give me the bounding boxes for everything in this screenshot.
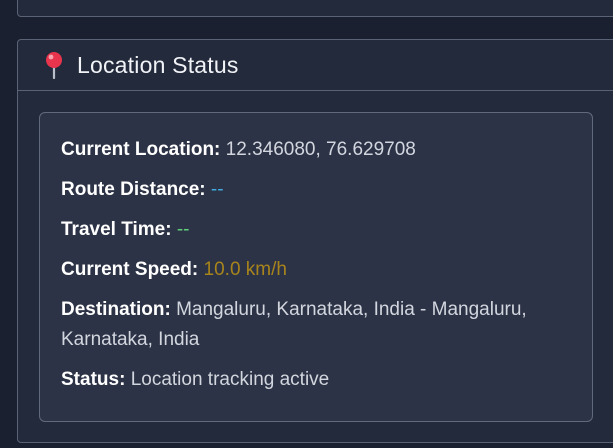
destination-label: Destination: <box>61 299 171 320</box>
status-row: Status: Location tracking active <box>61 365 572 395</box>
previous-card <box>17 0 613 17</box>
current-speed-label: Current Speed: <box>61 259 199 280</box>
current-speed-row: Current Speed: 10.0 km/h <box>61 255 572 285</box>
status-label: Status: <box>61 369 126 390</box>
map-pin-icon <box>43 51 65 80</box>
route-distance-label: Route Distance: <box>61 179 206 200</box>
panel-title: Location Status <box>77 52 239 78</box>
current-location-label: Current Location: <box>61 139 221 160</box>
current-location-value: 12.346080, 76.629708 <box>225 139 416 160</box>
location-info-box: Current Location: 12.346080, 76.629708 R… <box>39 112 593 422</box>
route-distance-value: -- <box>210 179 224 200</box>
destination-row: Destination: Mangaluru, Karnataka, India… <box>61 295 572 355</box>
travel-time-row: Travel Time: -- <box>61 215 572 245</box>
current-speed-value: 10.0 km/h <box>203 259 287 280</box>
travel-time-value: -- <box>176 219 190 240</box>
location-status-panel: Location Status Current Location: 12.346… <box>17 39 613 443</box>
route-distance-row: Route Distance: -- <box>61 175 572 205</box>
status-value: Location tracking active <box>130 369 330 390</box>
panel-header: Location Status <box>18 40 613 91</box>
travel-time-label: Travel Time: <box>61 219 172 240</box>
current-location-row: Current Location: 12.346080, 76.629708 <box>61 135 572 165</box>
